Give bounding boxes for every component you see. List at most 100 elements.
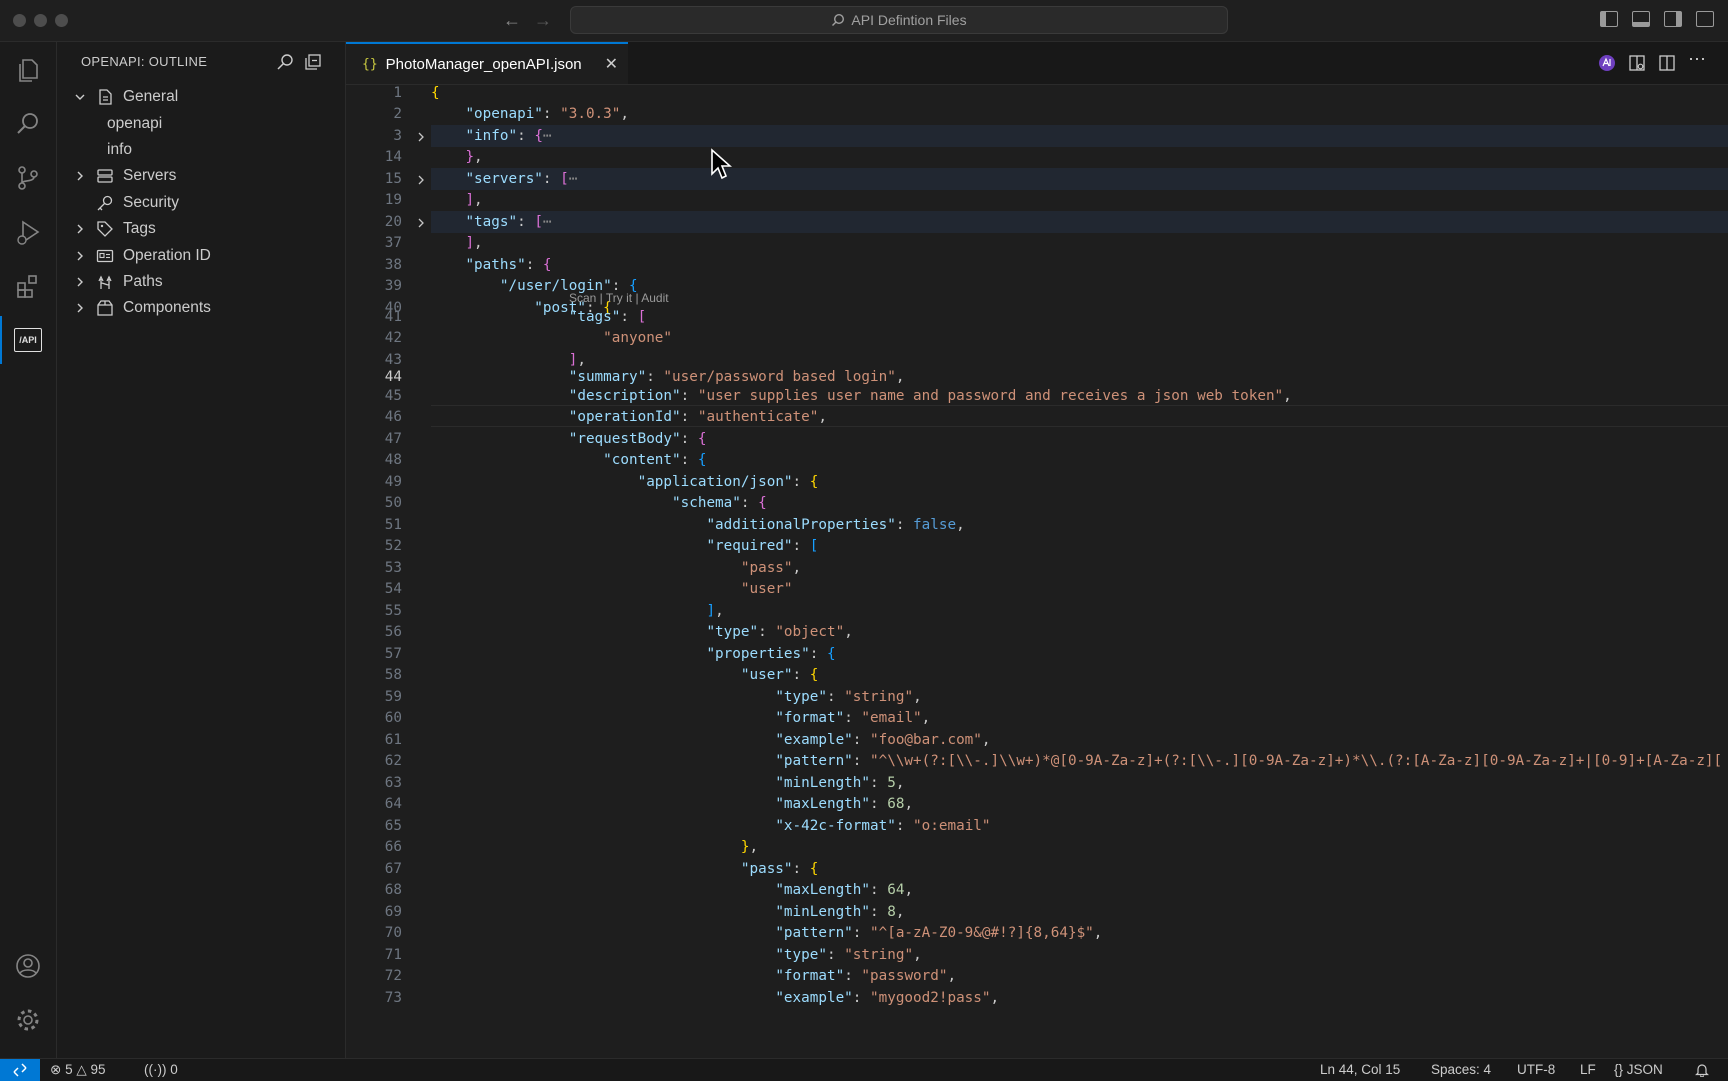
minimize-window-button[interactable]: [34, 14, 47, 27]
toggle-secondary-sidebar-icon[interactable]: [1664, 11, 1682, 27]
account-icon[interactable]: [10, 948, 46, 984]
command-center-search[interactable]: API Defintion Files: [570, 6, 1228, 34]
code-line[interactable]: 14 },: [346, 147, 1728, 169]
search-outline-icon[interactable]: [275, 52, 295, 72]
cursor-position[interactable]: Ln 44, Col 15: [1320, 1062, 1400, 1077]
back-arrow-icon[interactable]: ←: [503, 10, 521, 31]
explorer-icon[interactable]: [10, 52, 46, 88]
chevron-right-icon[interactable]: [73, 275, 87, 289]
chevron-down-icon[interactable]: [73, 90, 87, 104]
code-line[interactable]: 69 "minLength": 8,: [346, 902, 1728, 924]
code-line[interactable]: 59 "type": "string",: [346, 687, 1728, 709]
tree-item-info[interactable]: info: [57, 137, 345, 163]
code-line[interactable]: 50 "schema": {: [346, 493, 1728, 515]
code-line[interactable]: 49 "application/json": {: [346, 472, 1728, 494]
code-line[interactable]: 67 "pass": {: [346, 859, 1728, 881]
code-line[interactable]: 62 "pattern": "^\\w+(?:[\\-.]\\w+)*@[0-9…: [346, 751, 1728, 773]
code-line[interactable]: 66 },: [346, 837, 1728, 859]
error-icon: ⊗: [50, 1062, 62, 1077]
code-line[interactable]: 45 "description": "user supplies user na…: [346, 386, 1728, 408]
code-line[interactable]: 19 ],: [346, 190, 1728, 212]
code-text: "anyone": [603, 330, 673, 346]
code-text: ],: [465, 235, 483, 251]
code-line[interactable]: 65 "x-42c-format": "o:email": [346, 816, 1728, 838]
codelens-actions[interactable]: Scan | Try it | Audit: [569, 291, 669, 305]
code-line[interactable]: 71 "type": "string",: [346, 945, 1728, 967]
api-icon[interactable]: /API: [0, 316, 46, 364]
open-preview-icon[interactable]: [1628, 54, 1646, 72]
indentation-status[interactable]: Spaces: 4: [1431, 1062, 1491, 1077]
chevron-right-icon[interactable]: [73, 249, 87, 263]
code-line[interactable]: 56 "type": "object",: [346, 622, 1728, 644]
remote-indicator-icon[interactable]: [0, 1059, 40, 1081]
problems-status[interactable]: ⊗ 5 △ 95: [50, 1062, 106, 1078]
code-line[interactable]: 54 "user": [346, 579, 1728, 601]
tree-item-general[interactable]: General: [57, 84, 345, 110]
api-extension-icon[interactable]: [1598, 54, 1616, 72]
code-line[interactable]: 38 "paths": {: [346, 255, 1728, 277]
chevron-right-icon[interactable]: [73, 301, 87, 315]
ports-status[interactable]: ((·)) 0: [144, 1062, 178, 1077]
chevron-right-icon[interactable]: [414, 212, 428, 233]
toggle-panel-icon[interactable]: [1632, 11, 1650, 27]
code-line[interactable]: 57 "properties": {: [346, 644, 1728, 666]
run-debug-icon[interactable]: [10, 214, 46, 250]
code-line[interactable]: 72 "format": "password",: [346, 966, 1728, 988]
code-line[interactable]: 52 "required": [: [346, 536, 1728, 558]
code-line[interactable]: 48 "content": {: [346, 450, 1728, 472]
search-icon[interactable]: [10, 106, 46, 142]
tree-item-openapi[interactable]: openapi: [57, 110, 345, 136]
tree-item-operation-id[interactable]: Operation ID: [57, 242, 345, 268]
split-editor-icon[interactable]: [1658, 54, 1676, 72]
code-line[interactable]: 3 "info": {⋯: [346, 126, 1728, 148]
forward-arrow-icon[interactable]: →: [534, 10, 552, 31]
tree-item-security[interactable]: Security: [57, 190, 345, 216]
extensions-icon[interactable]: [10, 268, 46, 304]
chevron-right-icon[interactable]: [73, 169, 87, 183]
zoom-window-button[interactable]: [55, 14, 68, 27]
code-line[interactable]: 46 "operationId": "authenticate",: [346, 407, 1728, 429]
customize-layout-icon[interactable]: [1696, 11, 1714, 27]
tree-item-tags[interactable]: Tags: [57, 216, 345, 242]
language-mode[interactable]: {} JSON: [1614, 1062, 1663, 1077]
collapse-all-icon[interactable]: [303, 52, 323, 72]
code-editor[interactable]: 1{ 2 "openapi": "3.0.3", 3 "info": {⋯ 14…: [346, 85, 1728, 1058]
code-line[interactable]: 70 "pattern": "^[a-zA-Z0-9&@#!?]{8,64}$"…: [346, 923, 1728, 945]
source-control-icon[interactable]: [10, 160, 46, 196]
code-line[interactable]: 53 "pass",: [346, 558, 1728, 580]
more-actions-icon[interactable]: ⋯: [1688, 49, 1706, 69]
tree-item-paths[interactable]: Paths: [57, 269, 345, 295]
chevron-right-icon[interactable]: [73, 222, 87, 236]
tree-item-components[interactable]: Components: [57, 295, 345, 321]
line-number: 58: [384, 667, 402, 683]
code-line[interactable]: 42 "anyone": [346, 328, 1728, 350]
code-line[interactable]: 20 "tags": [⋯: [346, 212, 1728, 234]
code-line[interactable]: 41 "tags": [: [346, 307, 1728, 329]
code-line[interactable]: 55 ],: [346, 601, 1728, 623]
settings-gear-icon[interactable]: [10, 1002, 46, 1038]
code-line[interactable]: 47 "requestBody": {: [346, 429, 1728, 451]
notifications-bell-icon[interactable]: [1695, 1062, 1709, 1080]
close-window-button[interactable]: [13, 14, 26, 27]
code-line[interactable]: 58 "user": {: [346, 665, 1728, 687]
code-line[interactable]: 63 "minLength": 5,: [346, 773, 1728, 795]
code-line[interactable]: 60 "format": "email",: [346, 708, 1728, 730]
code-line[interactable]: 64 "maxLength": 68,: [346, 794, 1728, 816]
code-line[interactable]: 37 ],: [346, 233, 1728, 255]
close-icon[interactable]: ✕: [605, 54, 618, 74]
chevron-right-icon[interactable]: [414, 169, 428, 190]
encoding-status[interactable]: UTF-8: [1517, 1062, 1555, 1077]
code-line[interactable]: 68 "maxLength": 64,: [346, 880, 1728, 902]
code-line[interactable]: 39 "/user/login": {: [346, 276, 1728, 298]
chevron-right-icon[interactable]: [414, 126, 428, 147]
toggle-primary-sidebar-icon[interactable]: [1600, 11, 1618, 27]
editor-tab-photomanager[interactable]: {} PhotoManager_openAPI.json ✕: [346, 42, 628, 84]
code-line[interactable]: 61 "example": "foo@bar.com",: [346, 730, 1728, 752]
code-line[interactable]: 2 "openapi": "3.0.3",: [346, 104, 1728, 126]
tree-item-servers[interactable]: Servers: [57, 163, 345, 189]
eol-status[interactable]: LF: [1580, 1062, 1596, 1077]
code-line[interactable]: 1{: [346, 85, 1728, 105]
code-line[interactable]: 15 "servers": [⋯: [346, 169, 1728, 191]
code-line[interactable]: 73 "example": "mygood2!pass",: [346, 988, 1728, 1010]
code-line[interactable]: 51 "additionalProperties": false,: [346, 515, 1728, 537]
